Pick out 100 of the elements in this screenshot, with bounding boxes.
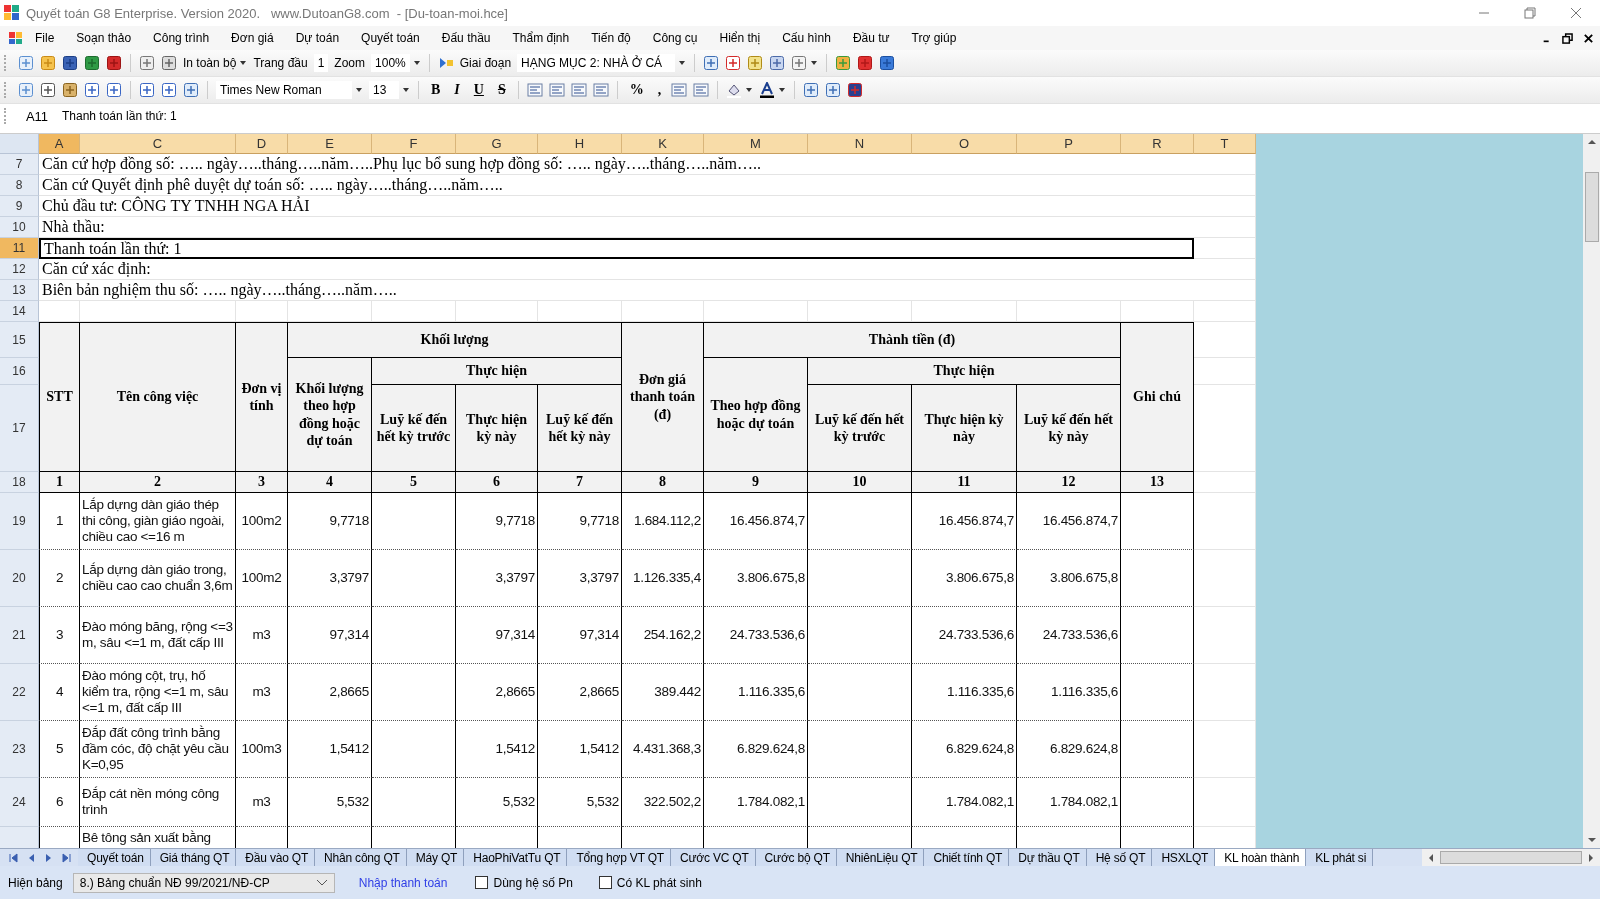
print-scope-dropdown[interactable]: In toàn bộ <box>183 56 237 70</box>
caret-icon[interactable] <box>678 59 687 67</box>
fill-color-icon[interactable] <box>726 82 743 98</box>
row-header[interactable]: 15 <box>0 322 39 358</box>
column-header[interactable]: G <box>456 134 538 154</box>
menu-item[interactable]: Hiển thị <box>708 31 772 45</box>
first-sheet-icon[interactable] <box>8 852 18 863</box>
scroll-thumb[interactable] <box>1440 851 1582 864</box>
column-header[interactable]: D <box>236 134 288 154</box>
checkbox[interactable] <box>598 876 612 889</box>
column-header[interactable]: F <box>372 134 456 154</box>
caret-icon[interactable] <box>810 59 819 67</box>
column-header[interactable]: M <box>704 134 808 154</box>
stage-dropdown[interactable]: HẠNG MỤC 2: NHÀ Ở CÁ <box>517 54 676 72</box>
menu-item[interactable]: Công trình <box>142 31 221 45</box>
row-header[interactable]: 21 <box>0 607 39 664</box>
row-header[interactable]: 19 <box>0 493 39 550</box>
table-dropdown[interactable]: 8.) Bảng chuẩn NĐ 99/2021/NĐ-CP <box>72 872 335 893</box>
menu-item[interactable]: Dự toán <box>284 31 351 45</box>
sheet-tab[interactable]: HaoPhiVatTu QT <box>464 849 568 866</box>
font-dropdown[interactable]: Times New Roman <box>216 81 352 99</box>
row-header[interactable]: 18 <box>0 472 39 493</box>
sheet-tab[interactable]: NhiênLiệu QT <box>836 849 925 866</box>
text-style-button[interactable]: U <box>469 82 488 98</box>
sheet-tab[interactable]: Chiết tính QT <box>924 849 1010 866</box>
row-header[interactable]: 16 <box>0 358 39 385</box>
scroll-right-icon[interactable] <box>1586 852 1596 863</box>
document-window-icon[interactable] <box>8 30 24 46</box>
column-header[interactable]: H <box>538 134 622 154</box>
column-header[interactable]: T <box>1194 134 1256 154</box>
horizontal-scrollbar[interactable] <box>1422 849 1600 866</box>
menu-item[interactable]: Soạn thảo <box>65 31 143 45</box>
caret-icon[interactable] <box>239 59 248 67</box>
column-header[interactable]: C <box>80 134 236 154</box>
sheet-tab[interactable]: Nhân công QT <box>315 849 407 866</box>
column-header[interactable]: E <box>288 134 372 154</box>
menu-item[interactable]: File <box>24 31 66 45</box>
sheet-tab[interactable]: KL hoàn thành <box>1215 849 1307 866</box>
close-icon[interactable] <box>1583 32 1594 44</box>
column-header[interactable]: N <box>808 134 912 154</box>
sheet-tab[interactable]: Cước bộ QT <box>755 849 837 866</box>
row-header[interactable]: 9 <box>0 196 39 217</box>
menu-item[interactable]: Công cụ <box>641 31 709 45</box>
checkbox[interactable] <box>475 876 489 889</box>
sheet-tab[interactable]: Hệ số QT <box>1086 849 1153 866</box>
sheet-tab[interactable]: Máy QT <box>406 849 465 866</box>
caret-icon[interactable] <box>402 86 410 94</box>
payment-entry-link[interactable]: Nhập thanh toán <box>358 875 448 890</box>
row-header[interactable]: 14 <box>0 301 39 322</box>
sheet-tab[interactable]: Giá tháng QT <box>150 849 237 866</box>
caret-icon[interactable] <box>355 86 363 94</box>
sheet-tab[interactable]: Tổng hợp VT QT <box>567 849 671 866</box>
chevron-down-icon[interactable] <box>315 878 328 887</box>
row-header[interactable]: 13 <box>0 280 39 301</box>
vertical-scrollbar[interactable] <box>1583 134 1600 848</box>
caret-icon[interactable] <box>778 86 787 94</box>
font-size-dropdown[interactable]: 13 <box>369 81 399 99</box>
sheet-tab[interactable]: Cước VC QT <box>671 849 756 866</box>
row-header[interactable]: 24 <box>0 778 39 827</box>
row-header[interactable]: 10 <box>0 217 39 238</box>
row-header[interactable]: 22 <box>0 664 39 721</box>
scroll-up-icon[interactable] <box>1586 137 1597 147</box>
menu-item[interactable]: Cấu hình <box>771 31 842 45</box>
formula-content[interactable]: Thanh toán lần thứ: 1 <box>62 109 177 123</box>
font-color-icon[interactable] <box>759 82 776 98</box>
sheet-tab[interactable]: KL phát si <box>1306 849 1374 866</box>
menu-item[interactable]: Tiến độ <box>580 31 642 45</box>
menu-item[interactable]: Đơn giá <box>220 31 285 45</box>
sheet-tab[interactable]: Đầu vào QT <box>236 849 316 866</box>
menu-item[interactable]: Thẩm định <box>501 31 581 45</box>
restore-icon[interactable] <box>1562 32 1573 44</box>
column-header[interactable]: P <box>1017 134 1121 154</box>
menu-item[interactable]: Đấu thầu <box>430 31 502 45</box>
number-format-button[interactable]: % <box>625 82 648 98</box>
menu-item[interactable]: Đầu tư <box>841 31 901 45</box>
caret-icon[interactable] <box>745 86 754 94</box>
column-header[interactable]: K <box>622 134 704 154</box>
sheet-tab[interactable]: HSXLQT <box>1152 849 1216 866</box>
text-style-button[interactable]: B <box>427 82 445 98</box>
zoom-dropdown[interactable]: 100% <box>371 54 410 72</box>
sheet-tab[interactable]: Quyết toán <box>78 849 151 866</box>
scroll-thumb[interactable] <box>1584 172 1599 242</box>
play-icon[interactable] <box>437 55 454 71</box>
last-sheet-icon[interactable] <box>62 852 72 863</box>
start-page-field[interactable]: 1 <box>313 54 329 72</box>
row-header[interactable]: 17 <box>0 385 39 472</box>
row-header[interactable]: 20 <box>0 550 39 607</box>
sheet-tab[interactable]: Dự thầu QT <box>1009 849 1087 866</box>
menu-item[interactable]: Trợ giúp <box>900 31 968 45</box>
column-header[interactable]: A <box>39 134 80 154</box>
row-header[interactable]: 7 <box>0 154 39 175</box>
number-format-button[interactable]: , <box>653 82 666 98</box>
row-header[interactable]: 11 <box>0 238 39 259</box>
row-header[interactable]: 12 <box>0 259 39 280</box>
caret-icon[interactable] <box>412 59 421 67</box>
scroll-down-icon[interactable] <box>1586 835 1597 845</box>
row-header[interactable]: 23 <box>0 721 39 778</box>
column-header[interactable]: O <box>912 134 1017 154</box>
column-header[interactable]: R <box>1121 134 1194 154</box>
text-style-button[interactable]: S <box>493 82 510 98</box>
